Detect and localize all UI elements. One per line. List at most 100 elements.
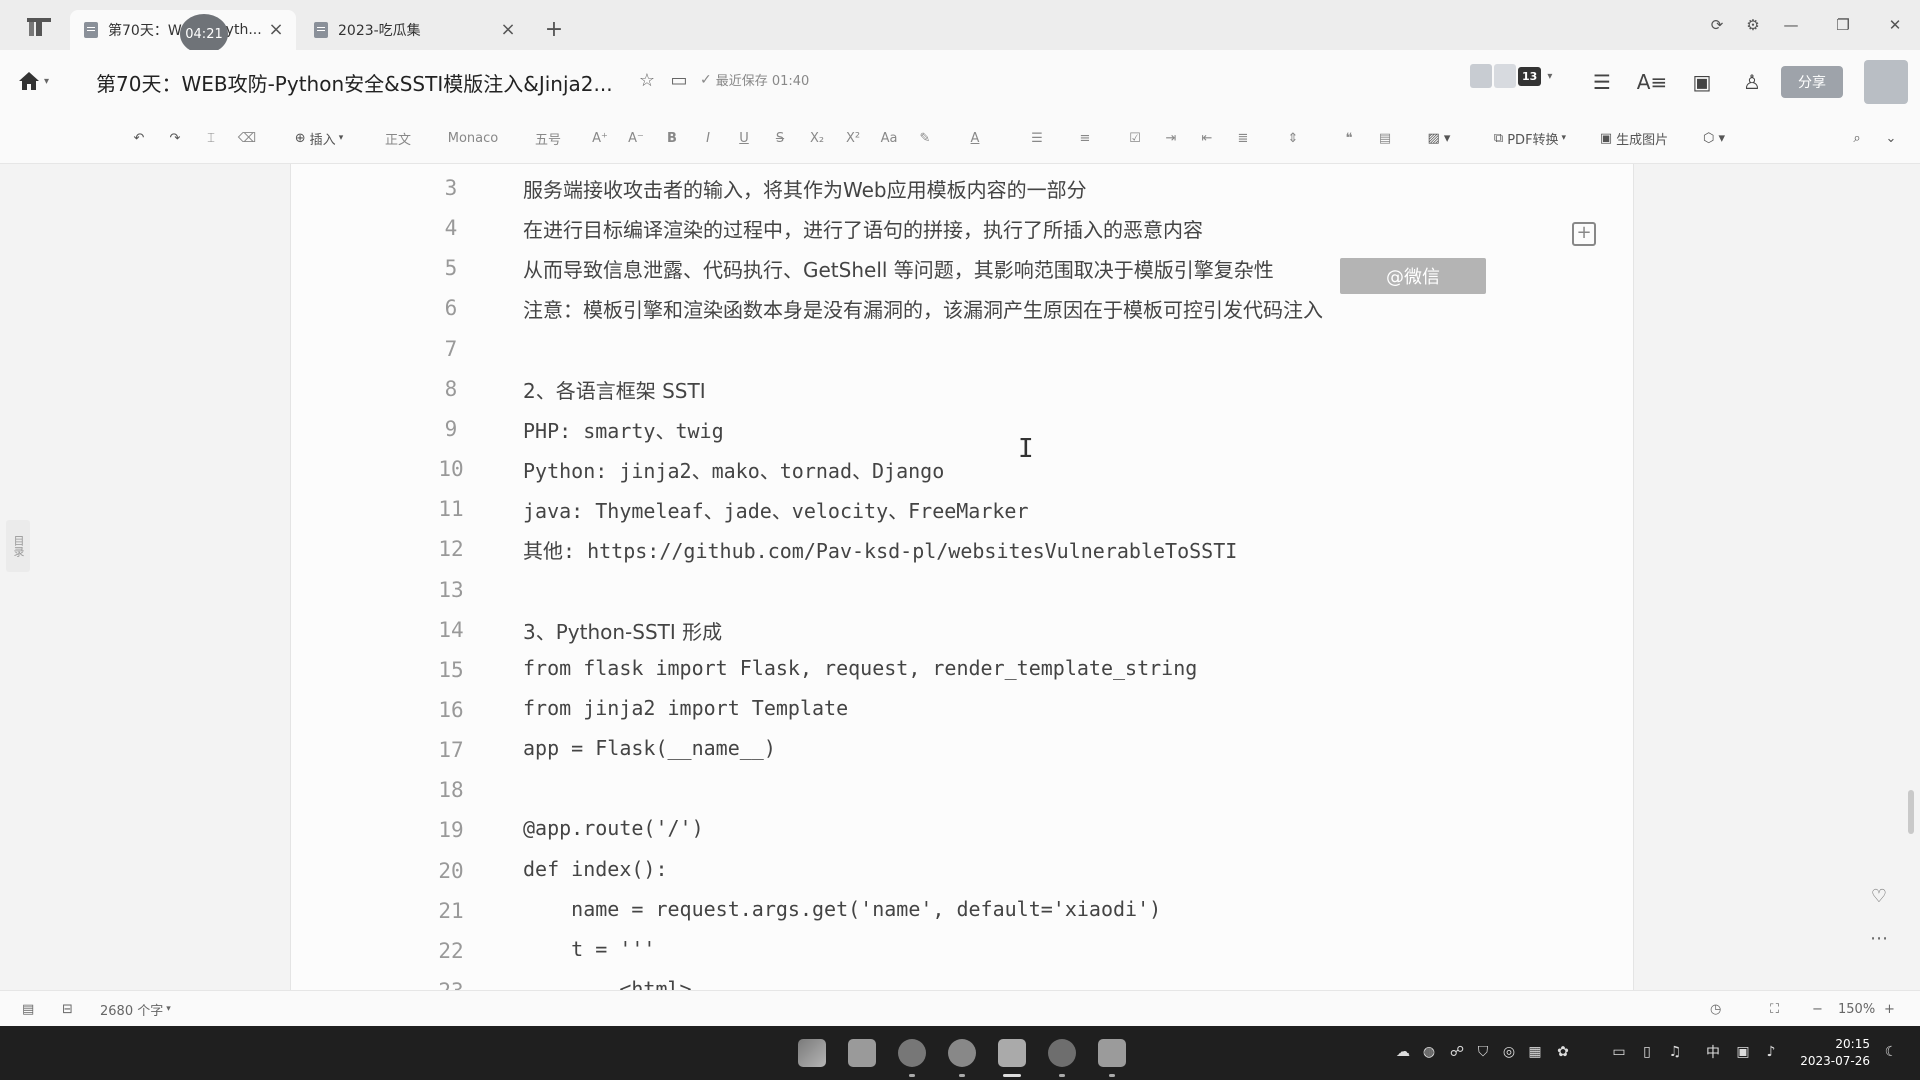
tab-doc-2[interactable]: 2023-吃瓜集 × bbox=[300, 10, 528, 50]
tray-app-icon[interactable]: ☍ bbox=[1448, 1043, 1466, 1061]
word-count[interactable]: 2680 个字 ▾ bbox=[100, 999, 171, 1019]
document-line[interactable]: 16 from jinja2 import Template bbox=[291, 690, 1633, 730]
more-icon[interactable]: ⋯ bbox=[1866, 928, 1892, 949]
microphone-icon[interactable]: ♫ bbox=[1666, 1043, 1684, 1061]
app-logo-icon[interactable] bbox=[24, 14, 54, 38]
line-text[interactable]: <html> bbox=[523, 977, 691, 990]
document-line[interactable]: 18 bbox=[291, 770, 1633, 810]
network-icon[interactable]: ▣ bbox=[1734, 1043, 1752, 1061]
undo-icon[interactable]: ↶ bbox=[128, 127, 150, 149]
image-insert-icon[interactable]: ▨ ▾ bbox=[1422, 127, 1456, 149]
text-style-icon[interactable]: A≡ bbox=[1637, 68, 1667, 96]
close-tab-icon[interactable]: × bbox=[498, 20, 518, 40]
battery-icon[interactable]: ▯ bbox=[1638, 1043, 1656, 1061]
play-icon[interactable]: ◷ bbox=[1710, 999, 1721, 1019]
line-spacing-icon[interactable]: ⇕ bbox=[1282, 127, 1304, 149]
line-text[interactable]: 注意：模板引擎和渲染函数本身是没有漏洞的，该漏洞产生原因在于模板可控引发代码注入 bbox=[523, 294, 1323, 323]
new-tab-button[interactable]: + bbox=[544, 19, 564, 41]
shield-icon[interactable]: ⛉ bbox=[1474, 1043, 1492, 1061]
italic-icon[interactable]: I bbox=[698, 127, 718, 149]
align-icon[interactable]: ≣ bbox=[1232, 127, 1254, 149]
star-icon[interactable]: ☆ bbox=[636, 69, 658, 91]
font-shrink-icon[interactable]: A⁻ bbox=[626, 127, 646, 149]
chrome-icon[interactable] bbox=[948, 1039, 976, 1067]
indent-increase-icon[interactable]: ⇥ bbox=[1160, 127, 1182, 149]
generate-image-button[interactable]: ▣ 生成图片 bbox=[1594, 127, 1674, 149]
tray-app-icon[interactable]: ☁ bbox=[1394, 1043, 1412, 1061]
font-size-select[interactable]: 五号 bbox=[528, 127, 568, 149]
font-grow-icon[interactable]: A⁺ bbox=[590, 127, 610, 149]
page-title[interactable]: 第70天：WEB攻防-Python安全&SSTI模版注入&Jinja2... bbox=[96, 68, 613, 97]
document-line[interactable]: 17 app = Flask(__name__) bbox=[291, 730, 1633, 770]
document-line[interactable]: 10 Python: jinja2、mako、tornad、Django bbox=[291, 449, 1633, 489]
start-icon[interactable] bbox=[798, 1039, 826, 1067]
document-line[interactable]: 19 @app.route('/') bbox=[291, 810, 1633, 850]
steam-icon[interactable] bbox=[1048, 1039, 1076, 1067]
highlight-icon[interactable]: ✎ bbox=[914, 127, 936, 149]
add-comment-icon[interactable]: + bbox=[1572, 222, 1596, 246]
document-line[interactable]: 13 bbox=[291, 570, 1633, 610]
share-button[interactable]: 分享 bbox=[1781, 66, 1843, 98]
line-text[interactable]: 3、Python-SSTI 形成 bbox=[523, 616, 722, 645]
outline-toggle[interactable]: 目录 bbox=[6, 520, 30, 572]
document-line[interactable]: 22 t = ''' bbox=[291, 931, 1633, 971]
underline-icon[interactable]: U bbox=[734, 127, 754, 149]
image-app-icon[interactable] bbox=[1098, 1039, 1126, 1067]
clock[interactable]: 20:15 2023-07-26 bbox=[1794, 1036, 1870, 1070]
line-text[interactable]: Python: jinja2、mako、tornad、Django bbox=[523, 455, 944, 484]
plugin-icon[interactable]: ⬡ ▾ bbox=[1696, 127, 1732, 149]
line-text[interactable]: 从而导致信息泄露、代码执行、GetShell 等问题，其影响范围取决于模版引擎复… bbox=[523, 254, 1274, 283]
chat-icon[interactable]: ▭ bbox=[1610, 1043, 1628, 1061]
checklist-icon[interactable]: ☑ bbox=[1124, 127, 1146, 149]
redo-icon[interactable]: ↷ bbox=[164, 127, 186, 149]
phonetic-icon[interactable]: Aa bbox=[878, 127, 900, 149]
tray-app-icon[interactable]: ▦ bbox=[1526, 1043, 1544, 1061]
document-line[interactable]: 20 def index(): bbox=[291, 851, 1633, 891]
font-family-select[interactable]: Monaco bbox=[440, 127, 506, 149]
document-line[interactable]: 12 其他: https://github.com/Pav-ksd-pl/webs… bbox=[291, 529, 1633, 569]
pdf-convert-button[interactable]: ⧉ PDF转换 ▾ bbox=[1484, 127, 1576, 149]
edge-browser-icon[interactable] bbox=[898, 1039, 926, 1067]
tray-app-icon[interactable]: ◎ bbox=[1500, 1043, 1518, 1061]
theme-icon[interactable]: ♡ bbox=[1868, 886, 1890, 908]
line-text[interactable]: t = ''' bbox=[523, 937, 655, 961]
document-line[interactable]: 9 PHP: smarty、twig bbox=[291, 409, 1633, 449]
sync-icon[interactable]: ⟳ bbox=[1704, 12, 1730, 38]
zoom-in-button[interactable]: + bbox=[1884, 999, 1895, 1019]
user-permission-icon[interactable]: ♙ bbox=[1738, 68, 1766, 96]
home-button[interactable]: ▾ bbox=[18, 68, 58, 94]
close-window-button[interactable]: ✕ bbox=[1882, 12, 1908, 38]
document-line[interactable]: 3 服务端接收攻击者的输入，将其作为Web应用模板内容的一部分 bbox=[291, 168, 1633, 208]
notification-icon[interactable]: ☾ bbox=[1882, 1043, 1900, 1061]
scrollbar[interactable] bbox=[1908, 790, 1914, 834]
present-icon[interactable]: ▣ bbox=[1688, 68, 1716, 96]
strikethrough-icon[interactable]: S bbox=[770, 127, 790, 149]
document-line[interactable]: 4 在进行目标编译渲染的过程中，进行了语句的拼接，执行了所插入的恶意内容 bbox=[291, 208, 1633, 248]
line-text[interactable]: PHP: smarty、twig bbox=[523, 415, 724, 444]
line-text[interactable]: from jinja2 import Template bbox=[523, 696, 848, 720]
line-text[interactable]: def index(): bbox=[523, 857, 668, 881]
document-line[interactable]: 6 注意：模板引擎和渲染函数本身是没有漏洞的，该漏洞产生原因在于模板可控引发代码注… bbox=[291, 288, 1633, 328]
line-text[interactable]: name = request.args.get('name', default=… bbox=[523, 897, 1161, 921]
zoom-out-button[interactable]: − bbox=[1812, 999, 1823, 1019]
chevron-down-icon[interactable]: ⌄ bbox=[1880, 127, 1902, 149]
search-icon[interactable]: ⌕ bbox=[1846, 127, 1868, 149]
line-text[interactable]: java: Thymeleaf、jade、velocity、FreeMarker bbox=[523, 495, 1029, 524]
bulleted-list-icon[interactable]: ☰ bbox=[1026, 127, 1048, 149]
eraser-icon[interactable]: ⌫ bbox=[236, 127, 258, 149]
quote-icon[interactable]: ❝ bbox=[1338, 127, 1360, 149]
font-color-icon[interactable]: A bbox=[964, 127, 986, 149]
insert-button[interactable]: ⊕ 插入 ▾ bbox=[284, 127, 354, 149]
page-view-icon[interactable]: ⊟ bbox=[62, 999, 73, 1019]
document-line[interactable]: 23 <html> bbox=[291, 971, 1633, 990]
avatar[interactable] bbox=[1864, 60, 1908, 104]
outline-view-icon[interactable]: ▤ bbox=[22, 999, 34, 1019]
volume-icon[interactable]: ♪ bbox=[1762, 1043, 1780, 1061]
paragraph-style-select[interactable]: 正文 bbox=[376, 127, 420, 149]
document-line[interactable]: 15 from flask import Flask, request, rend… bbox=[291, 650, 1633, 690]
line-text[interactable]: app = Flask(__name__) bbox=[523, 736, 776, 760]
line-text[interactable]: @app.route('/') bbox=[523, 816, 704, 840]
zoom-level[interactable]: 150% bbox=[1838, 999, 1875, 1019]
collaborators[interactable]: 13 ▾ bbox=[1470, 64, 1552, 88]
settings-icon[interactable]: ⚙ bbox=[1740, 12, 1766, 38]
